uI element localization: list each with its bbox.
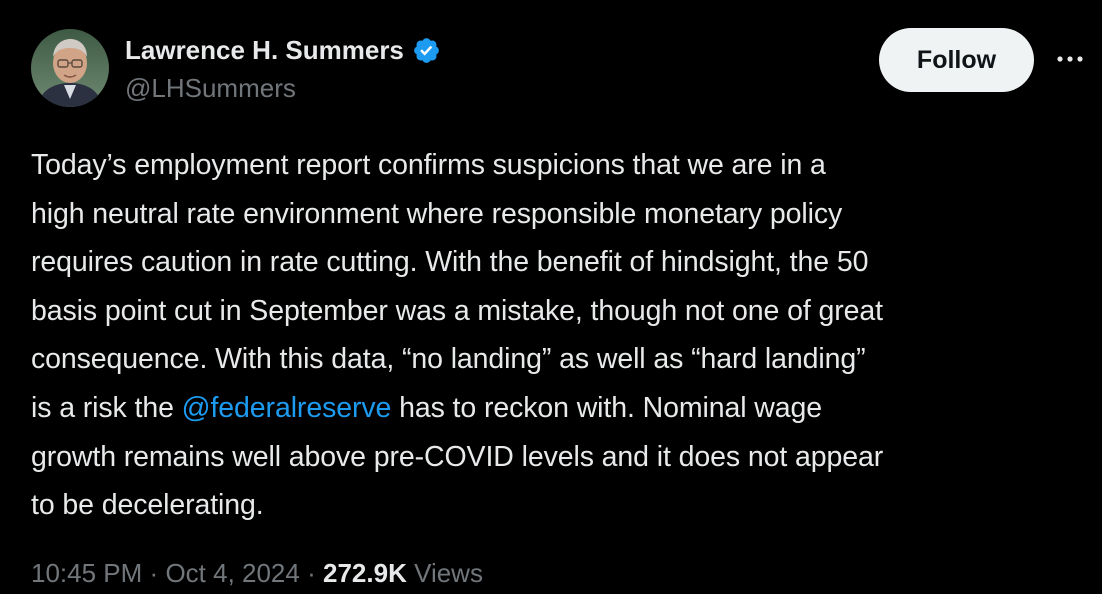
tweet-meta: 10:45 PM · Oct 4, 2024 · 272.9K Views <box>31 556 483 590</box>
mention-link[interactable]: @federalreserve <box>182 392 392 424</box>
author-handle[interactable]: @LHSummers <box>125 72 296 104</box>
tweet-text: Today’s employment report confirms suspi… <box>31 141 1093 530</box>
tweet-text-line: to be decelerating. <box>31 489 264 522</box>
more-horizontal-icon[interactable] <box>1054 46 1086 72</box>
author-name-row[interactable]: Lawrence H. Summers <box>125 34 441 66</box>
tweet-card: Lawrence H. Summers @LHSummers Follow To… <box>0 0 1102 594</box>
tweet-text-segment: is a risk the <box>31 391 182 424</box>
meta-separator: · <box>149 558 159 588</box>
tweet-text-segment: has to reckon with. Nominal wage <box>391 391 823 424</box>
tweet-text-line: basis point cut in September was a mista… <box>31 294 883 327</box>
avatar-image <box>31 29 109 107</box>
tweet-text-line: is a risk the @federalreserve has to rec… <box>31 384 1093 433</box>
tweet-text-line: high neutral rate environment where resp… <box>31 197 843 230</box>
views-count[interactable]: 272.9K <box>323 558 407 588</box>
author-display-name[interactable]: Lawrence H. Summers <box>125 34 404 66</box>
avatar[interactable] <box>31 29 109 107</box>
tweet-text-line: consequence. With this data, “no landing… <box>31 343 866 376</box>
tweet-text-line: requires caution in rate cutting. With t… <box>31 246 869 279</box>
tweet-time[interactable]: 10:45 PM <box>31 558 142 588</box>
views-label: Views <box>414 558 483 588</box>
tweet-text-line: growth remains well above pre-COVID leve… <box>31 440 884 473</box>
meta-separator: · <box>307 558 316 588</box>
verified-badge-icon[interactable] <box>412 36 441 65</box>
follow-button[interactable]: Follow <box>879 28 1034 92</box>
tweet-text-line: Today’s employment report confirms suspi… <box>31 149 826 181</box>
tweet-date[interactable]: Oct 4, 2024 <box>165 558 299 588</box>
